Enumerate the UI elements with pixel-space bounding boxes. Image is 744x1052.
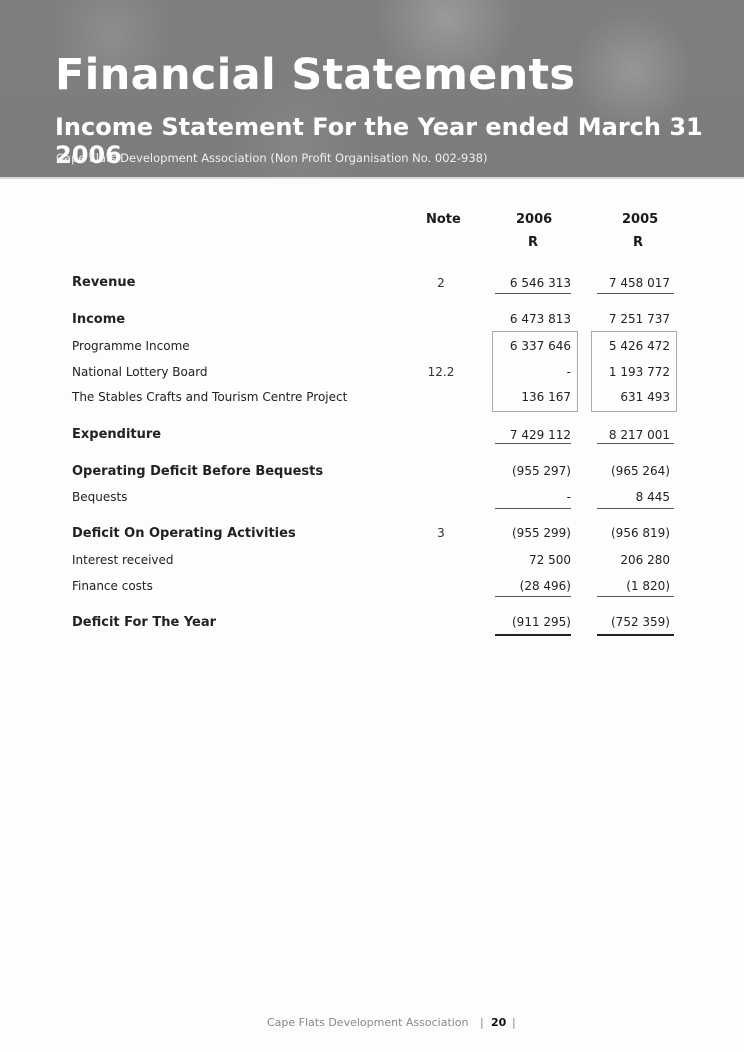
currency-2006: R [528,235,539,250]
column-header-2005: 2005 [622,212,659,227]
value-2006: 72 500 [529,553,571,567]
row-label: Interest received [72,553,174,567]
currency-2005: R [633,235,644,250]
value-2005: 7 458 017 [608,276,670,290]
subtotal-rule [495,508,571,509]
row-label: Bequests [72,490,128,504]
value-2006: (955 297) [512,464,571,478]
value-2006: - [566,490,571,504]
banner-divider [0,177,744,179]
row-label: Programme Income [72,339,190,353]
value-2006: (955 299) [512,526,571,540]
page-number: 20 [491,1016,507,1029]
subtotal-rule [597,508,674,509]
value-2006: 136 167 [521,390,571,404]
total-rule [495,634,571,636]
value-2005: 8 445 [635,490,670,504]
row-label: Deficit For The Year [72,615,217,630]
value-2006: (28 496) [519,579,571,593]
value-2005: 206 280 [620,553,670,567]
value-2005: 631 493 [620,390,670,404]
value-2005: (1 820) [626,579,670,593]
subtotal-rule [495,443,571,444]
row-note: 2 [437,276,445,290]
subtotal-rule [495,293,571,294]
row-label: The Stables Crafts and Tourism Centre Pr… [72,390,348,404]
row-note: 3 [437,526,445,540]
value-2005: (752 359) [611,615,670,629]
value-2006: - [566,365,571,379]
value-2005: 8 217 001 [608,428,670,442]
subtotal-rule [597,596,674,597]
value-2006: 6 473 813 [509,312,571,326]
row-label: Deficit On Operating Activities [72,526,296,541]
subtotal-rule [597,443,674,444]
row-label: National Lottery Board [72,365,208,379]
column-header-2006: 2006 [516,212,553,227]
footer-separator-left: | [480,1016,484,1029]
row-label: Expenditure [72,427,162,442]
row-label: Revenue [72,275,136,290]
page-title: Financial Statements [55,50,576,100]
organisation-line: Cape Flats Development Association (Non … [56,151,488,165]
total-rule [597,634,674,636]
footer-organisation: Cape Flats Development Association [267,1016,469,1029]
value-2006: 6 337 646 [509,339,571,353]
row-label: Operating Deficit Before Bequests [72,464,324,479]
value-2005: (956 819) [611,526,670,540]
row-label: Finance costs [72,579,153,593]
row-label: Income [72,312,126,327]
footer-separator-right: | [512,1016,516,1029]
column-header-note: Note [426,212,461,227]
value-2006: 6 546 313 [509,276,571,290]
value-2005: (965 264) [611,464,670,478]
value-2006: (911 295) [512,615,571,629]
value-2005: 5 426 472 [608,339,670,353]
subtotal-rule [597,293,674,294]
subtotal-rule [495,596,571,597]
value-2005: 1 193 772 [608,365,670,379]
row-note: 12.2 [427,365,455,379]
value-2006: 7 429 112 [509,428,571,442]
value-2005: 7 251 737 [608,312,670,326]
